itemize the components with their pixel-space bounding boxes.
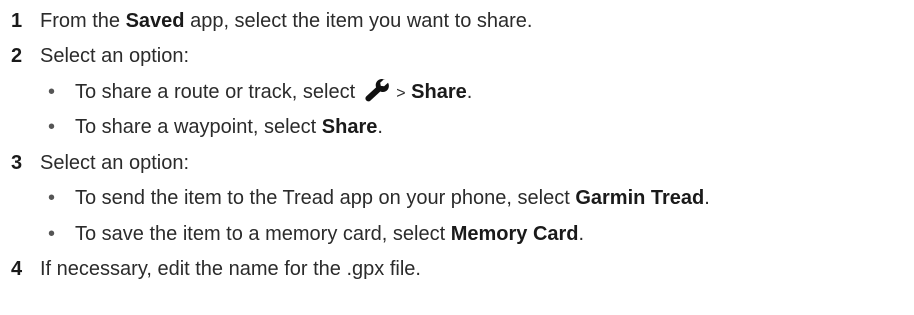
bullet: • xyxy=(48,223,56,245)
share-label: Share xyxy=(411,81,467,103)
option-text: To share a waypoint, select Share. xyxy=(75,112,383,142)
bullet: • xyxy=(48,187,56,209)
text-segment: . xyxy=(704,187,710,209)
step-text: Select an option: xyxy=(40,152,189,174)
option-text: To send the item to the Tread app on you… xyxy=(75,183,710,213)
garmin-tread-label: Garmin Tread xyxy=(575,187,705,209)
text-segment: . xyxy=(377,116,383,138)
step-text: From the Saved app, select the item you … xyxy=(40,6,532,36)
option-text: To share a route or track, select > Shar… xyxy=(75,77,472,109)
text-segment: . xyxy=(466,81,473,103)
wrench-icon xyxy=(363,77,389,103)
share-label: Share xyxy=(321,116,378,138)
text-segment: To share a route or track, select xyxy=(75,81,361,103)
instruction-list: 1 From the Saved app, select the item yo… xyxy=(0,0,914,315)
menu-separator: > xyxy=(396,85,406,102)
text-segment: To share a waypoint, select xyxy=(75,116,322,138)
step-number: 3 xyxy=(11,152,23,174)
step-text: Select an option: xyxy=(40,45,189,67)
bullet: • xyxy=(48,81,56,103)
step-number: 2 xyxy=(11,45,23,67)
bullet: • xyxy=(48,116,56,138)
step-text: If necessary, edit the name for the .gpx… xyxy=(40,258,421,280)
text-segment: To save the item to a memory card, selec… xyxy=(75,223,451,245)
text-segment: . xyxy=(578,223,585,245)
text-segment: app, select the item you want to share. xyxy=(184,10,533,32)
step-number: 4 xyxy=(11,258,23,280)
memory-card-label: Memory Card xyxy=(450,223,579,245)
step-number: 1 xyxy=(11,10,23,32)
text-segment: From the xyxy=(40,10,126,32)
saved-app-name: Saved xyxy=(125,10,185,32)
option-text: To save the item to a memory card, selec… xyxy=(75,219,584,249)
text-segment: To send the item to the Tread app on you… xyxy=(75,187,576,209)
